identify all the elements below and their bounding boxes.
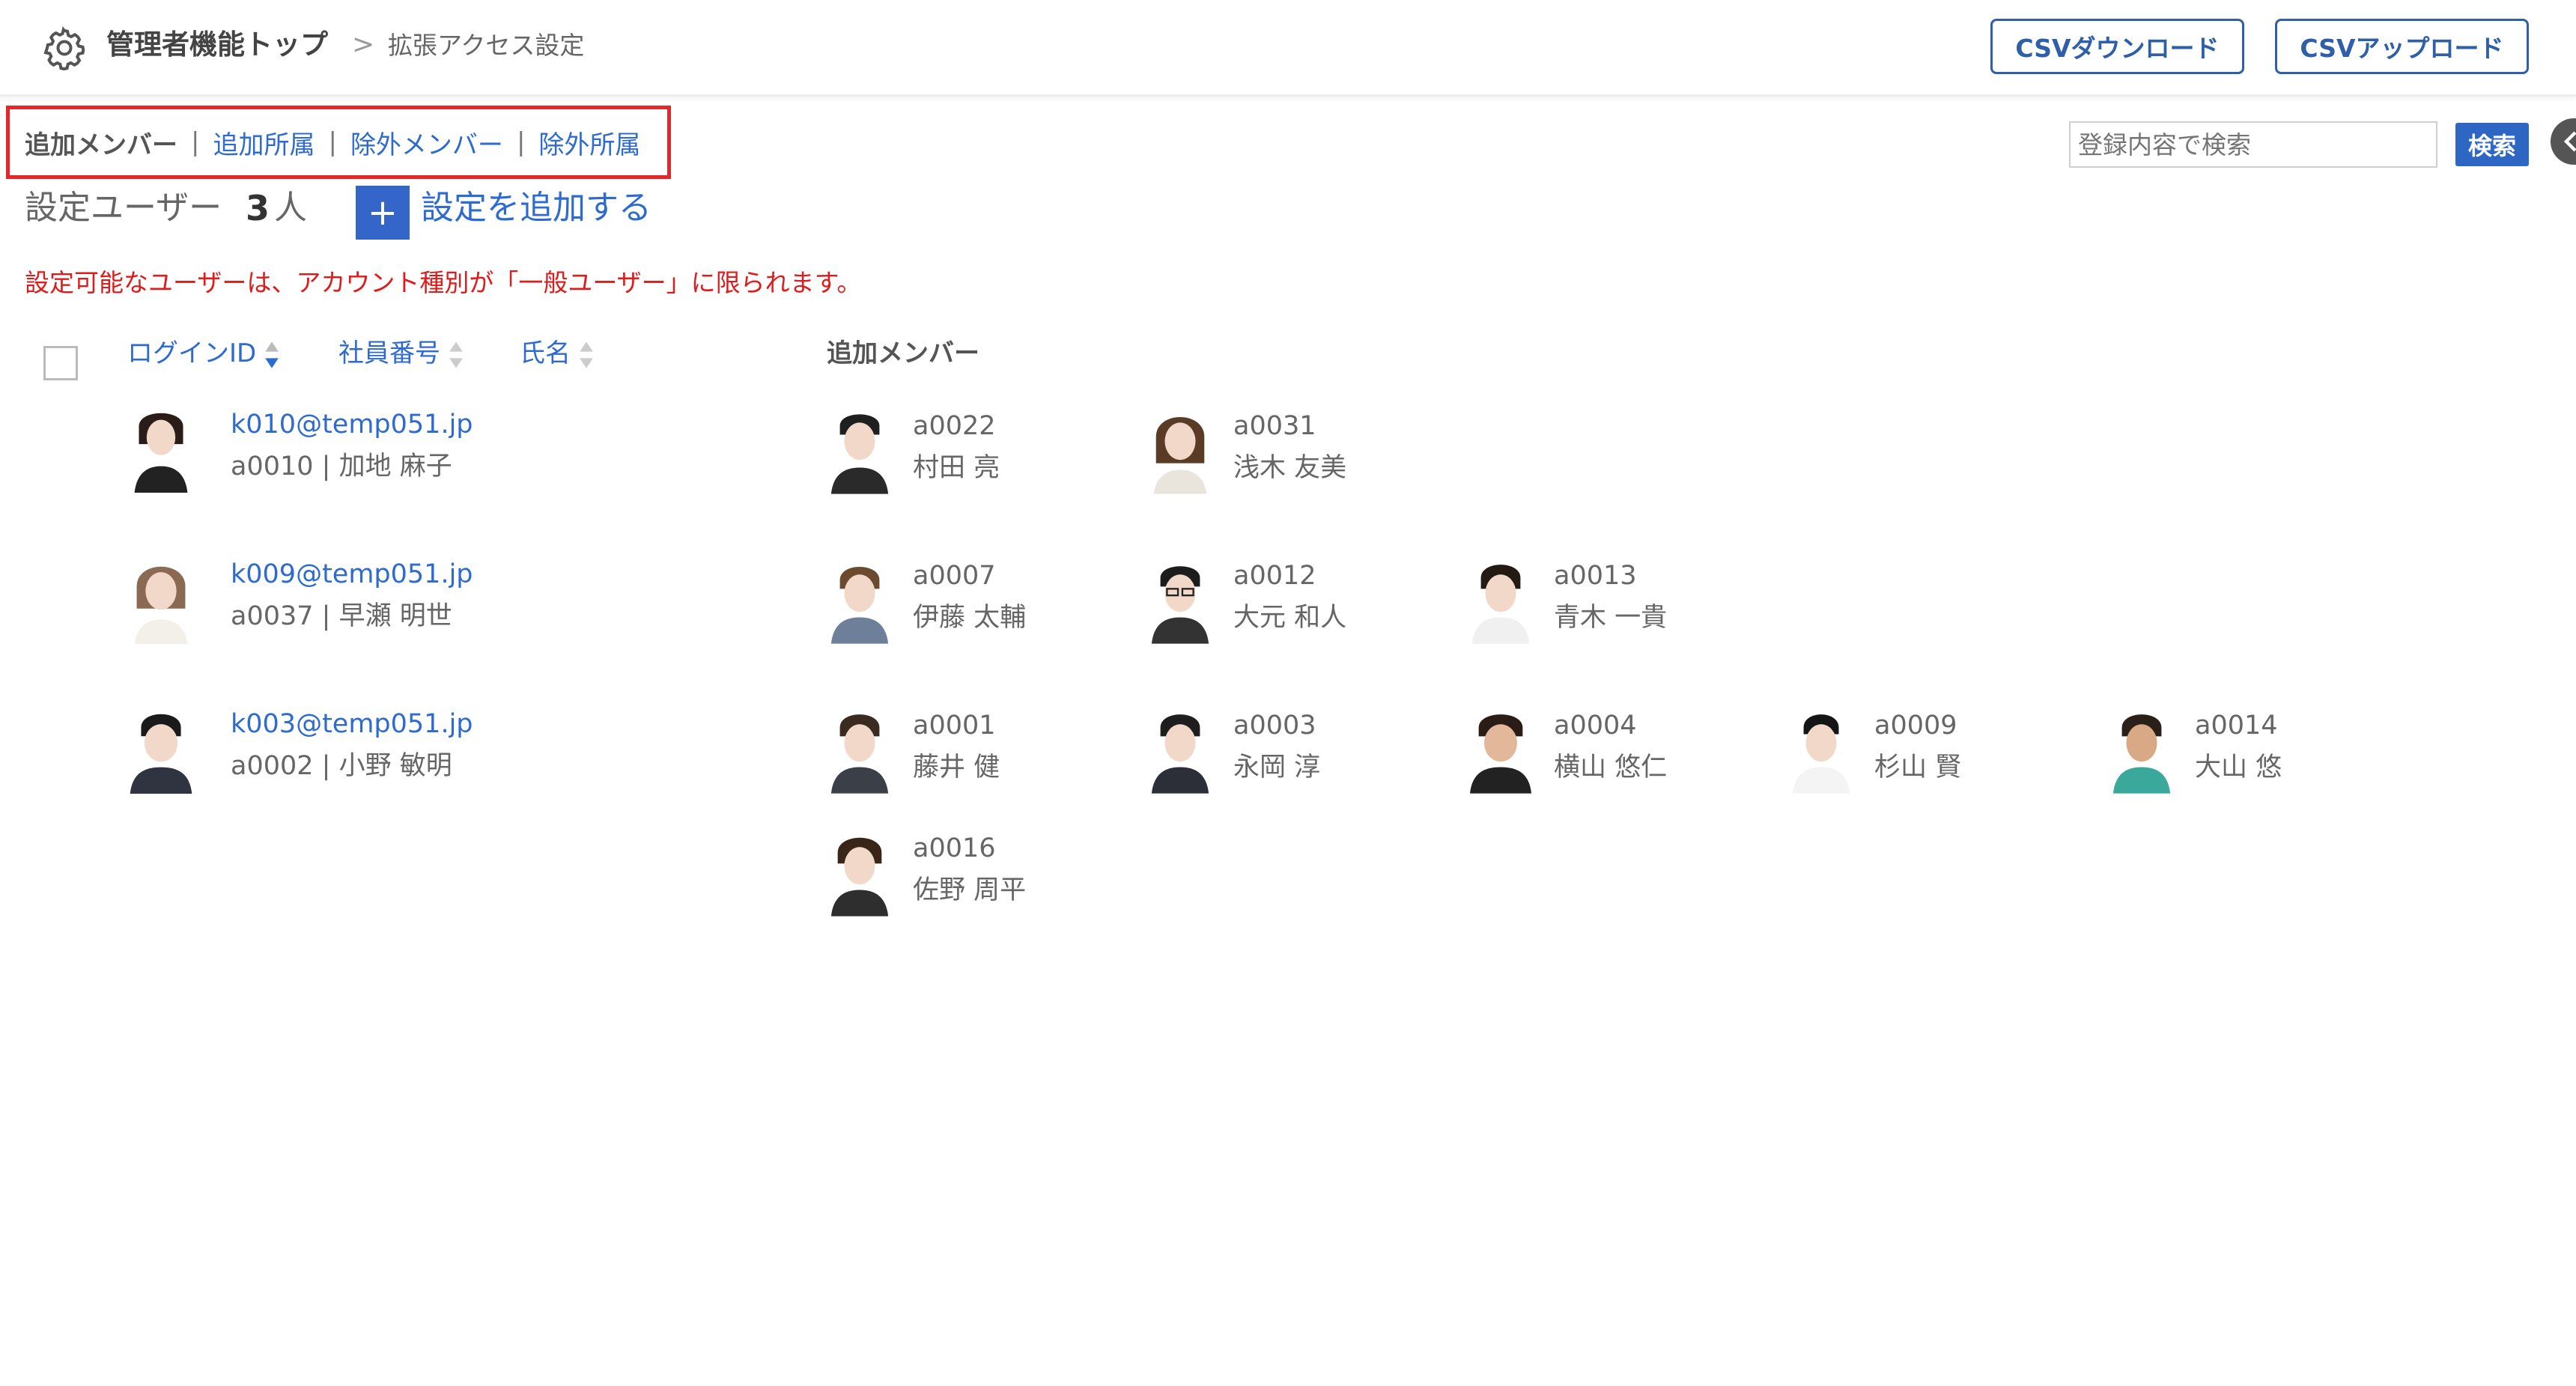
tab-excluded-departments[interactable]: 除外所属 bbox=[538, 124, 640, 161]
sort-icon bbox=[449, 341, 463, 368]
breadcrumb-separator: > bbox=[352, 29, 375, 60]
user-login-id-link[interactable]: k010@temp051.jp bbox=[231, 406, 473, 443]
tab-separator: | bbox=[191, 127, 200, 157]
member-item: a0012 大元 和人 bbox=[1147, 556, 1447, 645]
user-avatar-photo bbox=[127, 705, 195, 794]
member-code: a0016 bbox=[913, 833, 996, 863]
user-meta: a0002 | 小野 敏明 bbox=[231, 751, 452, 781]
sort-icon bbox=[580, 341, 593, 368]
user-login-id-link[interactable]: k009@temp051.jp bbox=[231, 556, 473, 593]
member-code: a0003 bbox=[1233, 711, 1316, 741]
gear-icon[interactable] bbox=[42, 25, 87, 70]
member-item: a0003 永岡 淳 bbox=[1147, 705, 1447, 795]
member-code: a0001 bbox=[913, 711, 996, 741]
member-name: 杉山 賢 bbox=[1874, 753, 1962, 782]
member-code: a0012 bbox=[1233, 561, 1316, 591]
member-avatar-photo bbox=[1788, 705, 1854, 794]
sort-desc-icon bbox=[265, 341, 279, 368]
member-name: 伊藤 太輔 bbox=[913, 603, 1027, 633]
member-code: a0022 bbox=[913, 411, 996, 441]
member-avatar-photo bbox=[827, 556, 893, 644]
page-header: 管理者機能トップ > 拡張アクセス設定 CSVダウンロード CSVアップロード bbox=[0, 0, 2576, 97]
member-avatar-photo bbox=[827, 705, 893, 794]
search-input[interactable] bbox=[2069, 121, 2437, 168]
setting-users-unit: 人 bbox=[274, 189, 307, 227]
tab-bar: 追加メンバー | 追加所属 | 除外メンバー | 除外所属 bbox=[6, 106, 671, 179]
member-name: 永岡 淳 bbox=[1233, 753, 1321, 782]
user-avatar-photo bbox=[127, 556, 195, 644]
column-name[interactable]: 氏名 bbox=[520, 335, 595, 371]
member-avatar-photo bbox=[2109, 705, 2175, 794]
member-avatar-photo bbox=[1147, 556, 1213, 644]
search-button[interactable]: 検索 bbox=[2455, 123, 2529, 166]
member-name: 大元 和人 bbox=[1233, 603, 1347, 633]
tab-added-members[interactable]: 追加メンバー bbox=[25, 124, 177, 161]
tab-excluded-members[interactable]: 除外メンバー bbox=[350, 124, 503, 161]
user-avatar-photo bbox=[127, 404, 195, 493]
column-employee-no[interactable]: 社員番号 bbox=[338, 335, 464, 371]
member-code: a0031 bbox=[1233, 411, 1316, 441]
add-setting-link[interactable]: 設定を追加する bbox=[421, 185, 651, 231]
member-avatar-photo bbox=[1147, 705, 1213, 794]
member-avatar-photo bbox=[827, 828, 893, 917]
member-code: a0007 bbox=[913, 561, 996, 591]
tab-separator: | bbox=[516, 127, 526, 157]
tab-separator: | bbox=[328, 127, 337, 157]
csv-download-button[interactable]: CSVダウンロード bbox=[1990, 19, 2244, 74]
notice-text: 設定可能なユーザーは、アカウント種別が「一般ユーザー」に限られます。 bbox=[25, 268, 862, 297]
csv-upload-button[interactable]: CSVアップロード bbox=[2275, 19, 2529, 74]
member-name: 佐野 周平 bbox=[913, 875, 1027, 905]
side-panel-toggle[interactable] bbox=[2551, 118, 2576, 165]
column-login-id-label: ログインID bbox=[127, 338, 257, 368]
tab-added-departments[interactable]: 追加所属 bbox=[213, 124, 315, 161]
member-avatar-photo bbox=[1468, 556, 1534, 644]
member-item: a0013 青木 一貴 bbox=[1468, 556, 1767, 645]
add-setting-button[interactable]: + bbox=[356, 186, 410, 240]
chevron-left-icon bbox=[2563, 131, 2576, 152]
member-avatar-photo bbox=[1468, 705, 1534, 794]
column-name-label: 氏名 bbox=[520, 338, 571, 368]
column-employee-no-label: 社員番号 bbox=[338, 338, 440, 368]
user-meta: a0010 | 加地 麻子 bbox=[231, 452, 452, 481]
breadcrumb-root[interactable]: 管理者機能トップ bbox=[106, 25, 328, 64]
member-code: a0004 bbox=[1554, 711, 1637, 741]
setting-users-count: 3 bbox=[246, 188, 270, 228]
user-login-id-link[interactable]: k003@temp051.jp bbox=[231, 705, 473, 743]
member-code: a0014 bbox=[2195, 711, 2278, 741]
member-code: a0013 bbox=[1554, 561, 1637, 591]
select-all-checkbox[interactable] bbox=[43, 346, 78, 380]
column-members: 追加メンバー bbox=[827, 338, 979, 368]
member-item: a0007 伊藤 太輔 bbox=[827, 556, 1126, 645]
member-name: 浅木 友美 bbox=[1233, 453, 1347, 483]
member-item: a0009 杉山 賢 bbox=[1788, 705, 2088, 795]
member-item: a0014 大山 悠 bbox=[2109, 705, 2408, 795]
member-name: 横山 悠仁 bbox=[1554, 753, 1668, 782]
member-avatar-photo bbox=[1147, 406, 1213, 494]
member-item: a0022 村田 亮 bbox=[827, 406, 1126, 496]
member-name: 村田 亮 bbox=[913, 453, 1000, 483]
user-meta: a0037 | 早瀬 明世 bbox=[231, 601, 452, 631]
member-item: a0004 横山 悠仁 bbox=[1468, 705, 1767, 795]
member-item: a0016 佐野 周平 bbox=[827, 828, 1126, 918]
member-item: a0001 藤井 健 bbox=[827, 705, 1126, 795]
member-code: a0009 bbox=[1874, 711, 1957, 741]
member-avatar-photo bbox=[827, 406, 893, 494]
member-name: 藤井 健 bbox=[913, 753, 1000, 782]
column-login-id[interactable]: ログインID bbox=[127, 335, 280, 371]
member-name: 青木 一貴 bbox=[1554, 603, 1668, 633]
member-name: 大山 悠 bbox=[2195, 753, 2282, 782]
setting-users-label: 設定ユーザー bbox=[25, 189, 222, 227]
member-item: a0031 浅木 友美 bbox=[1147, 406, 1447, 496]
breadcrumb-current: 拡張アクセス設定 bbox=[388, 31, 585, 60]
